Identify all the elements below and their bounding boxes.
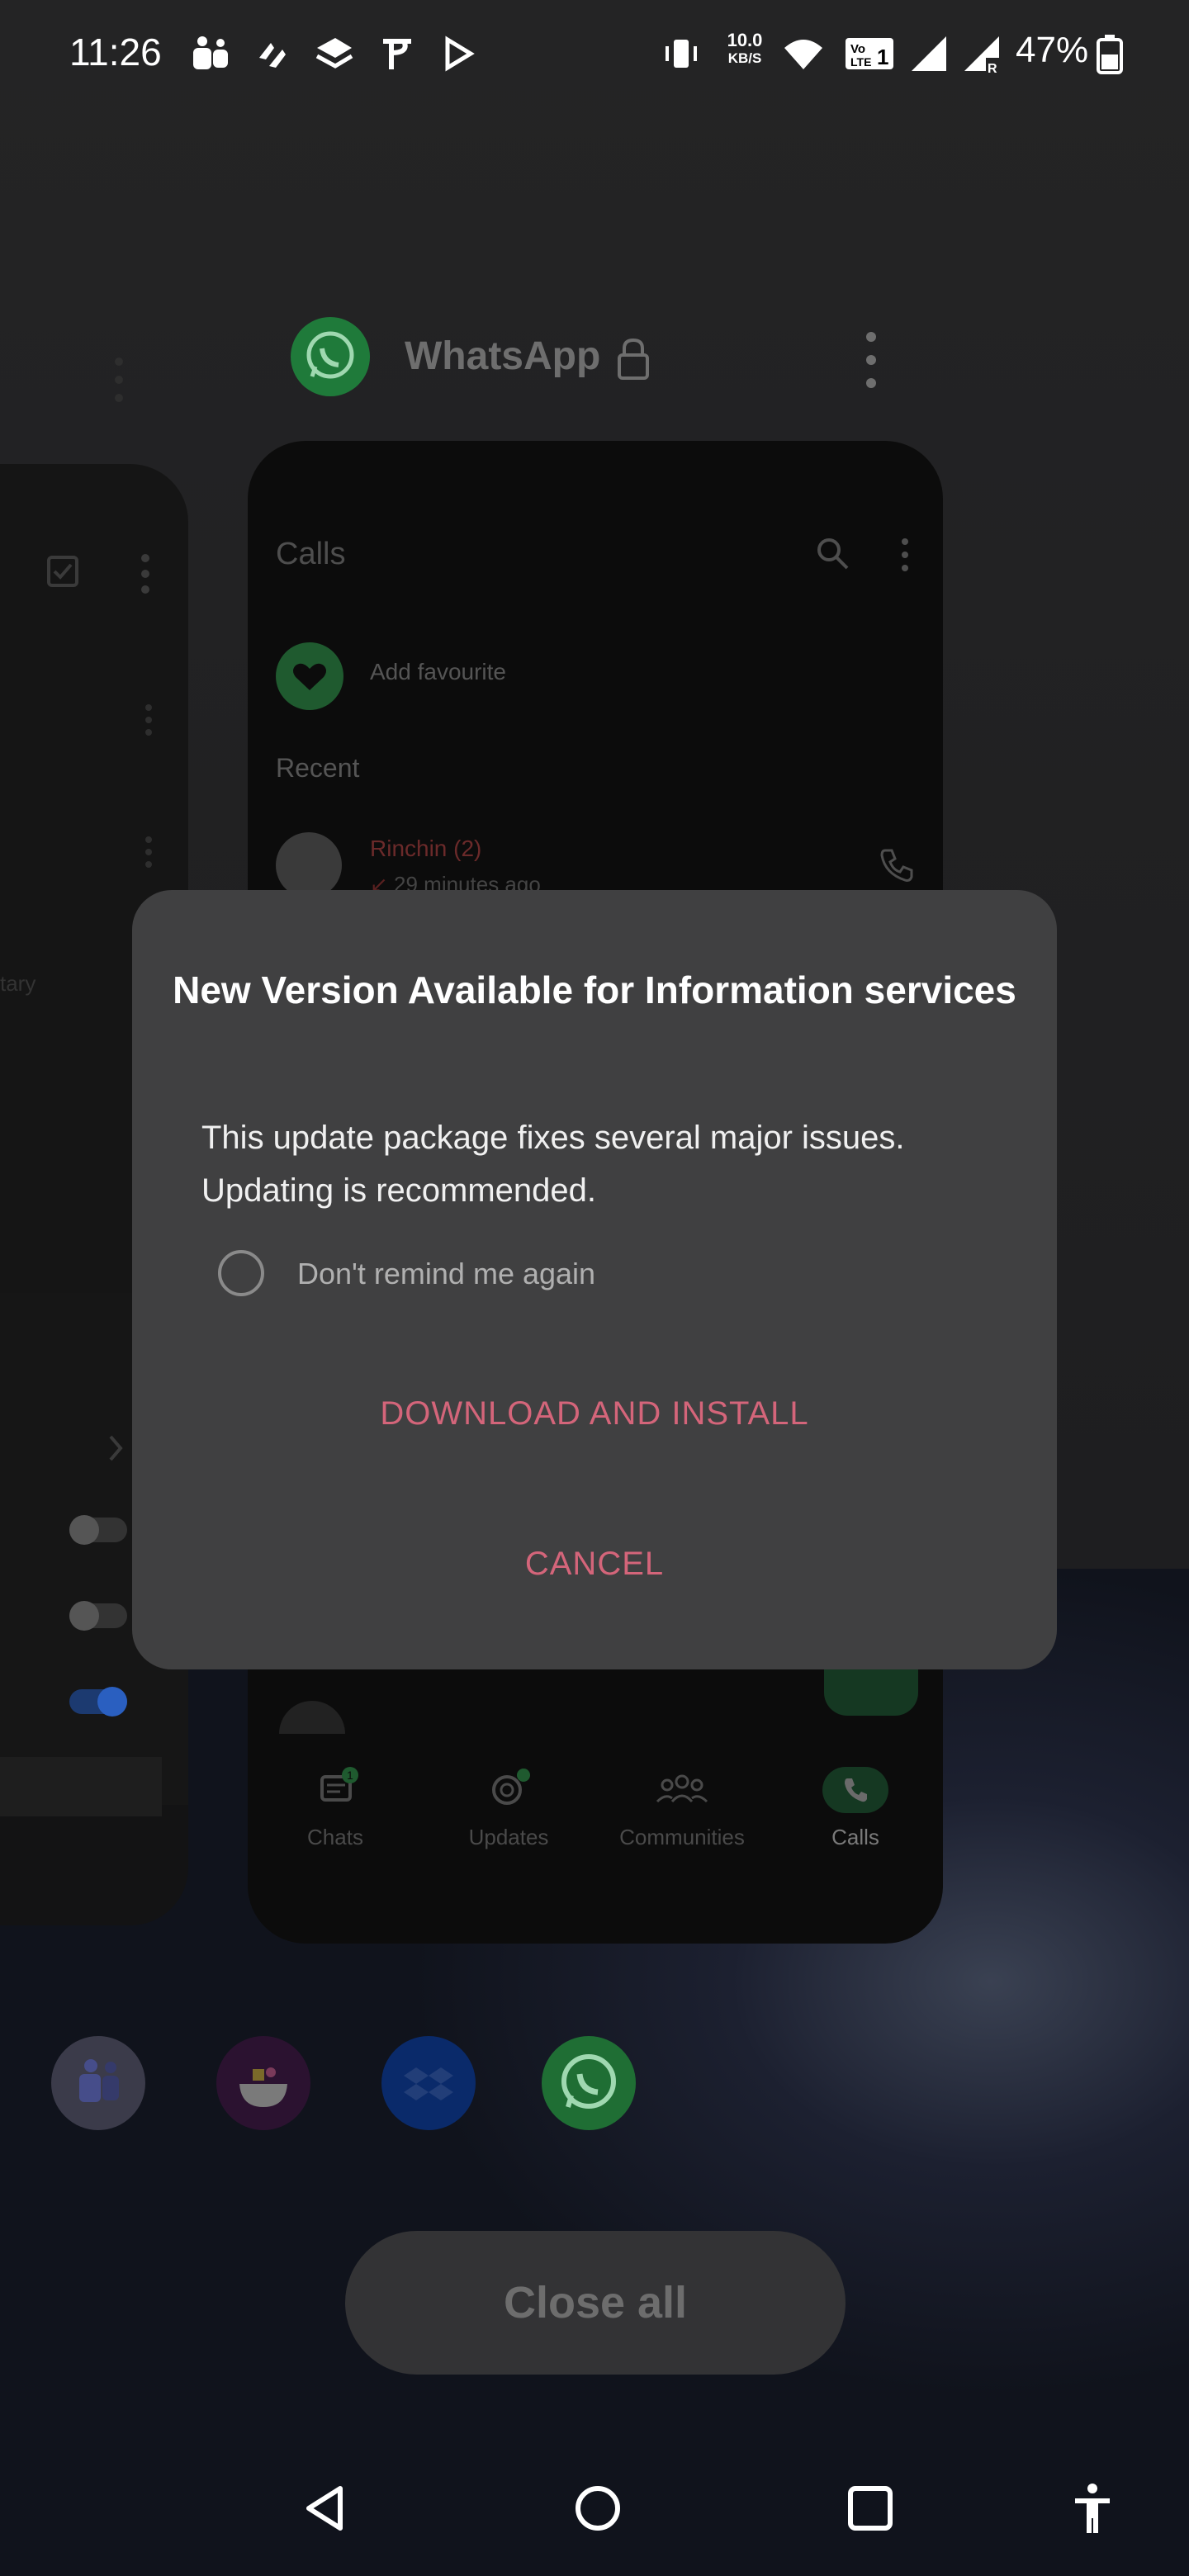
avatar <box>276 832 342 898</box>
dont-remind-label[interactable]: Don't remind me again <box>297 1257 595 1291</box>
accessibility-icon[interactable] <box>1070 2482 1115 2535</box>
svg-text:1: 1 <box>877 45 888 69</box>
nav-tab-communities: Communities <box>599 1767 765 1850</box>
left-card-partial-text: tary <box>0 971 36 996</box>
whatsapp-icon <box>306 331 354 379</box>
search-icon <box>817 538 849 570</box>
download-and-install-button[interactable]: DOWNLOAD AND INSTALL <box>132 1395 1057 1432</box>
teams-icon <box>79 2059 119 2102</box>
cancel-button[interactable]: CANCEL <box>132 1546 1057 1583</box>
home-icon[interactable] <box>573 2484 623 2533</box>
svg-text:1: 1 <box>347 1769 353 1782</box>
calls-icon <box>845 1778 867 1802</box>
whatsapp-app-icon[interactable] <box>291 317 370 396</box>
bowl-app-icon <box>239 2067 287 2107</box>
toggle-switch[interactable] <box>69 1515 127 1545</box>
checkbox-icon <box>47 556 78 587</box>
play-notification-icon <box>445 36 475 72</box>
dock-app-dropbox[interactable] <box>381 2036 476 2130</box>
more-icon <box>145 836 152 868</box>
signal-sim2-roaming-icon: R <box>964 36 999 74</box>
toggle-switch[interactable] <box>69 1601 127 1631</box>
battery-icon <box>1097 35 1123 74</box>
dialog-message: This update package fixes several major … <box>201 1120 905 1209</box>
dialog-title: New Version Available for Information se… <box>173 968 1016 1011</box>
status-bar: 11:26 10.0 KB/S Vo LTE 1 R 47% <box>0 0 1189 107</box>
left-card-options-icon[interactable] <box>111 355 127 405</box>
whatsapp-icon <box>561 2054 616 2109</box>
svg-text:LTE: LTE <box>850 55 871 69</box>
dock-app-teams[interactable] <box>51 2036 145 2130</box>
phonepe-notification-icon <box>383 39 411 69</box>
vibrate-icon <box>666 40 697 68</box>
signal-sim1-icon <box>912 36 946 71</box>
nav-tab-calls: Calls <box>773 1767 938 1850</box>
lock-icon[interactable] <box>614 337 652 381</box>
left-card-button <box>0 1757 162 1816</box>
wifi-icon <box>784 40 822 69</box>
communities-icon <box>656 1774 708 1803</box>
recent-heading: Recent <box>276 753 360 783</box>
dropbox-icon <box>404 2067 453 2100</box>
close-all-button[interactable]: Close all <box>345 2231 846 2375</box>
more-icon <box>145 704 152 736</box>
layers-notification-icon <box>315 38 353 69</box>
dock-app-bowl[interactable] <box>216 2036 310 2130</box>
dont-remind-radio[interactable] <box>218 1250 264 1296</box>
svg-text:Vo: Vo <box>850 42 865 56</box>
updates-icon <box>492 1769 530 1805</box>
svg-text:R: R <box>988 62 997 74</box>
status-time: 11:26 <box>69 31 162 73</box>
more-icon <box>902 538 908 571</box>
dock-app-whatsapp[interactable] <box>542 2036 636 2130</box>
recent-app-name: WhatsApp <box>405 334 601 378</box>
calls-screen-title: Calls <box>276 537 346 571</box>
network-speed: 10.0 KB/S <box>727 30 763 67</box>
app-options-icon[interactable] <box>859 327 883 393</box>
toggle-switch-on[interactable] <box>69 1687 127 1717</box>
recent-call-name: Rinchin (2) <box>370 836 482 861</box>
recents-icon[interactable] <box>846 2484 895 2533</box>
phone-icon <box>880 849 913 882</box>
nav-tab-chats: 1 Chats <box>253 1767 418 1850</box>
nav-tab-updates: Updates <box>426 1767 591 1850</box>
app-notification-icon <box>259 43 286 68</box>
teams-notification-icon <box>193 36 228 69</box>
volte-icon: VoLTE 1 <box>846 38 893 69</box>
add-favourite-label: Add favourite <box>370 659 506 684</box>
back-icon[interactable] <box>301 2484 350 2533</box>
battery-percent: 47% <box>1016 30 1089 70</box>
chats-icon: 1 <box>320 1767 358 1802</box>
more-icon <box>141 554 149 594</box>
add-favourite-button <box>276 642 343 710</box>
chevron-right-icon <box>109 1435 123 1461</box>
heart-icon <box>293 663 326 690</box>
